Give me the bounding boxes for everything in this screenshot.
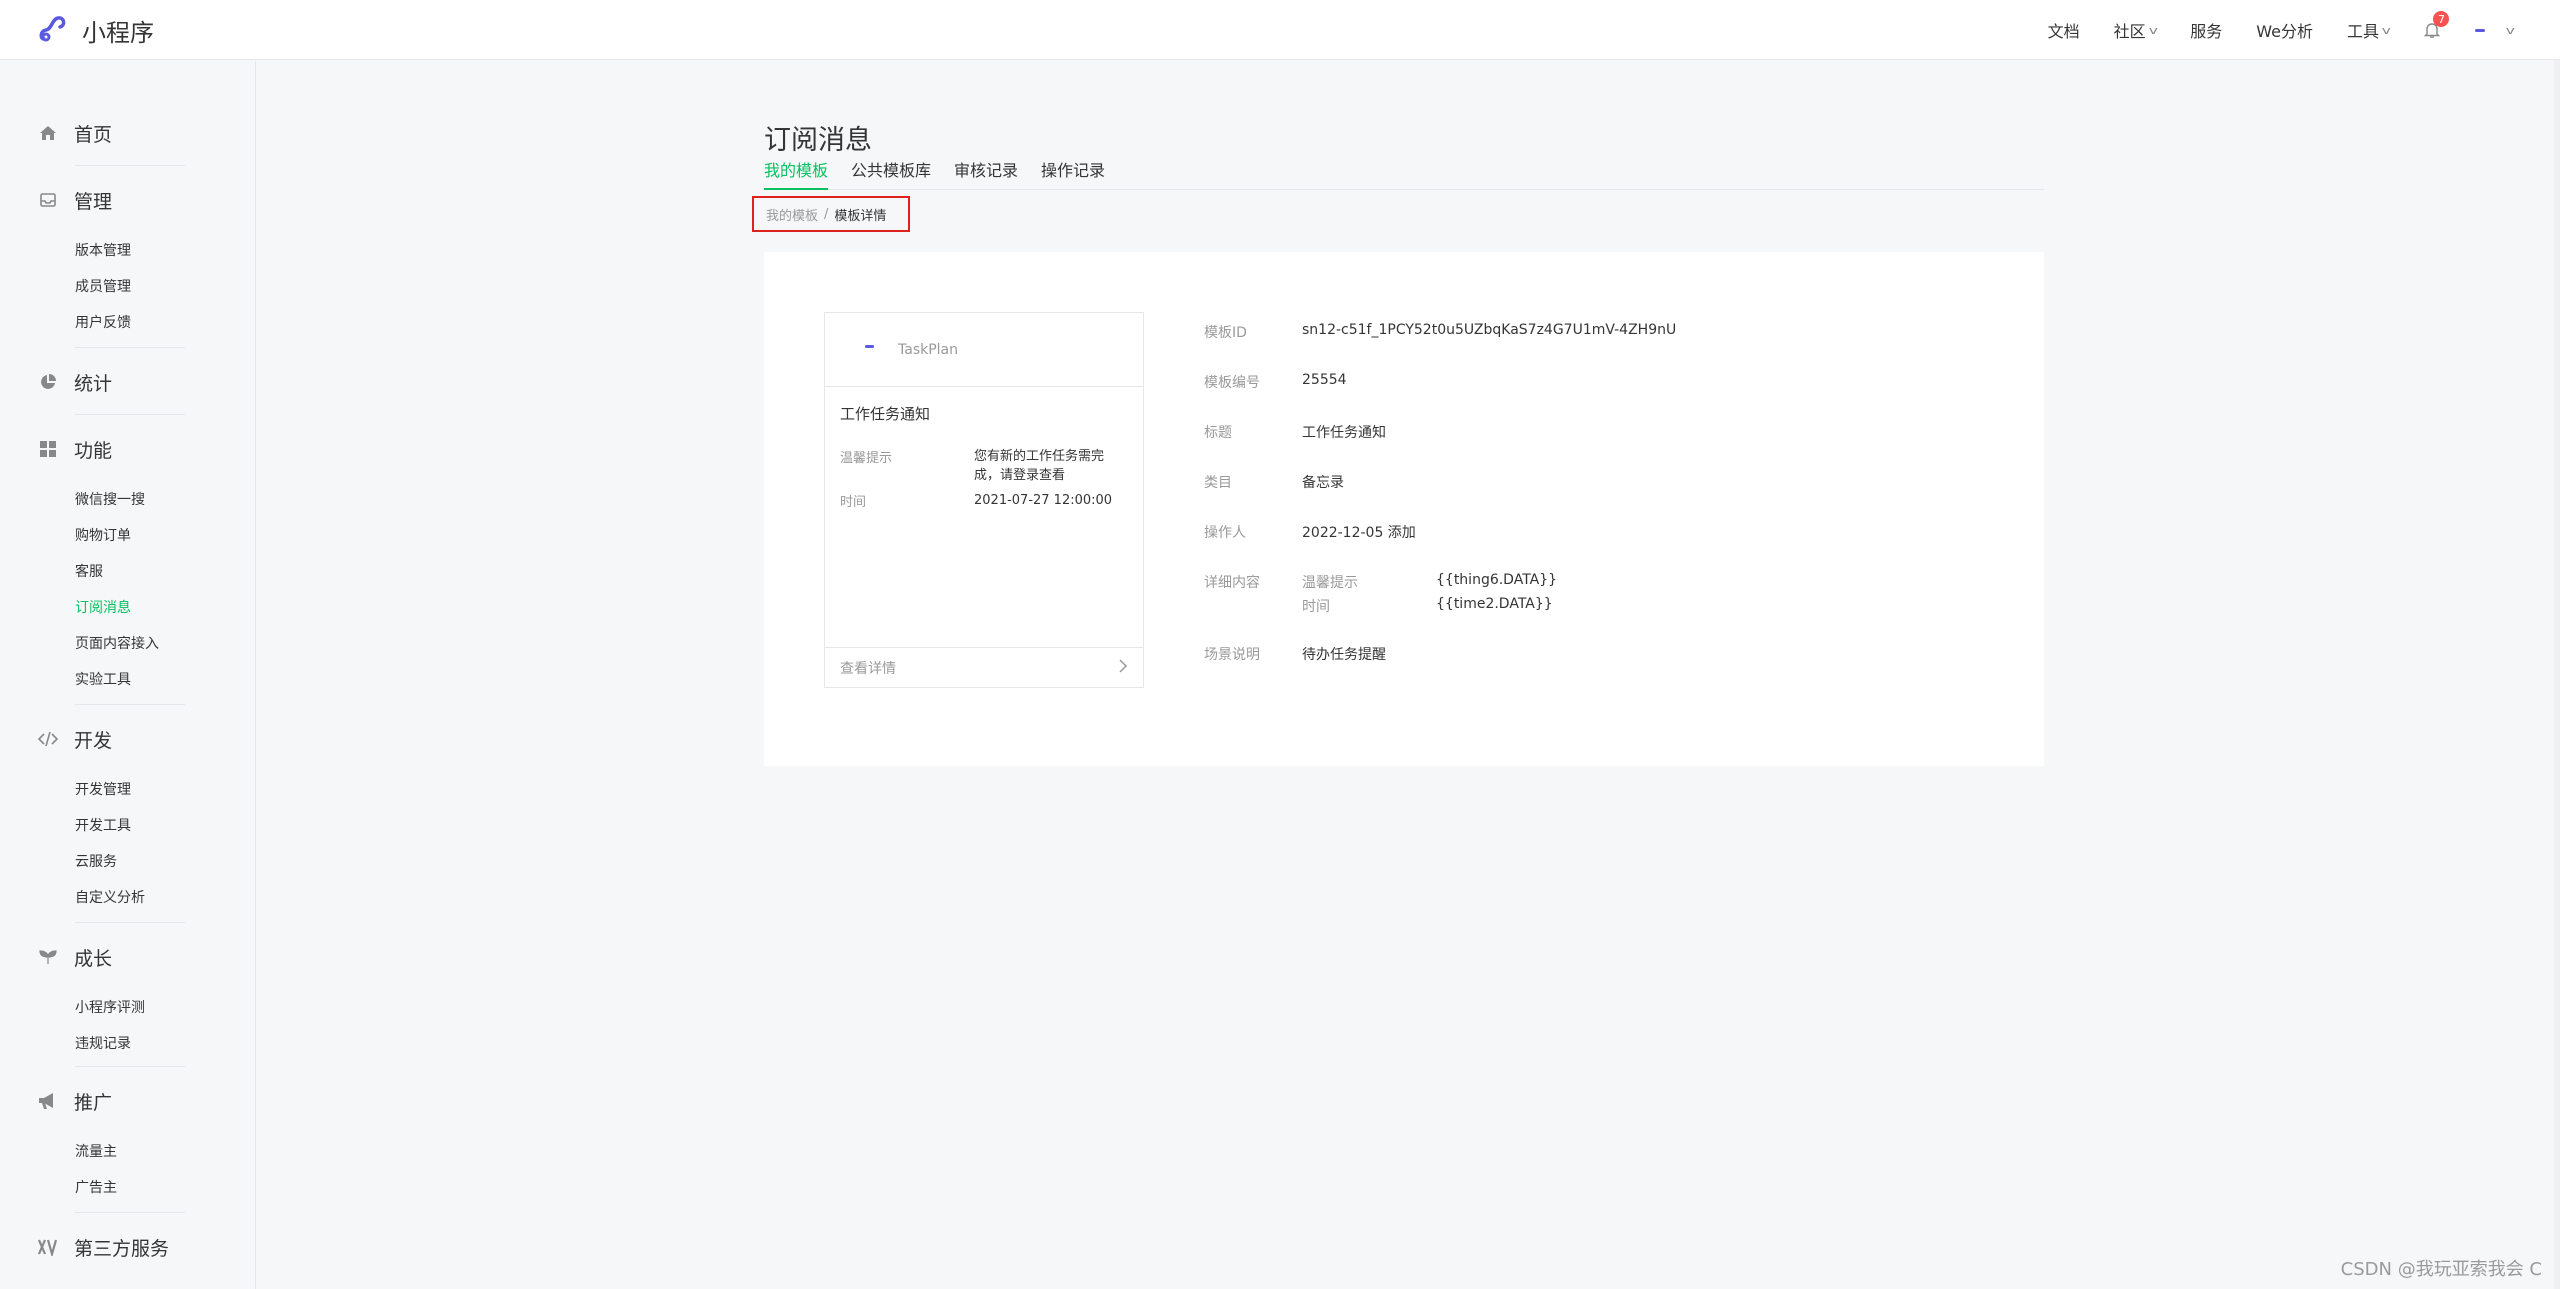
nav-tools[interactable]: 工具 v: [2347, 18, 2391, 42]
detail-row-operator: 操作人 2022-12-05 添加: [1204, 525, 1416, 541]
sidebar-section-dev: 开发 开发管理 开发工具 云服务 自定义分析: [0, 724, 256, 916]
tab-bar: 我的模板 公共模板库 审核记录 操作记录: [764, 156, 2044, 190]
sidebar-item-customer-service[interactable]: 客服: [0, 554, 256, 590]
page-scrollbar[interactable]: [2554, 60, 2560, 1289]
detail-row-category: 类目 备忘录: [1204, 475, 1344, 491]
sidebar-item-custom-analytics[interactable]: 自定义分析: [0, 880, 256, 916]
top-bar: 小程序 文档 社区 v 服务 We分析 工具 v 7 v: [0, 0, 2560, 60]
sidebar-item-wechat-search[interactable]: 微信搜一搜: [0, 482, 256, 518]
chevron-down-icon: v: [2148, 23, 2158, 37]
sidebar-item-version-manage[interactable]: 版本管理: [0, 233, 256, 269]
brand[interactable]: 小程序: [38, 0, 154, 60]
avatar: [2475, 28, 2486, 32]
tab-my-templates[interactable]: 我的模板: [764, 156, 829, 190]
brand-title: 小程序: [82, 18, 154, 47]
sidebar-item-dev-tools[interactable]: 开发工具: [0, 808, 256, 844]
sidebar-item-shopping-orders[interactable]: 购物订单: [0, 518, 256, 554]
sidebar-item-promote[interactable]: 推广: [0, 1086, 256, 1116]
sidebar-section-promote: 推广 流量主 广告主: [0, 1086, 256, 1206]
message-preview-card: TaskPlan 工作任务通知 温馨提示 您有新的工作任务需完成，请登录查看 时…: [824, 312, 1144, 688]
sidebar-section-features: 功能 微信搜一搜 购物订单 客服 订阅消息 页面内容接入 实验工具: [0, 434, 256, 698]
breadcrumb-separator: /: [824, 206, 829, 222]
inbox-icon: [38, 190, 58, 210]
nav-docs[interactable]: 文档: [2048, 18, 2080, 42]
preview-app-name: TaskPlan: [898, 341, 958, 358]
grid-icon: [38, 439, 58, 459]
sidebar-item-features[interactable]: 功能: [0, 434, 256, 464]
divider: [75, 165, 185, 166]
sidebar-item-dev-manage[interactable]: 开发管理: [0, 772, 256, 808]
sidebar-item-third-party[interactable]: 第三方服务: [0, 1232, 256, 1262]
detail-content-list: 温馨提示 {{thing6.DATA}} 时间 {{time2.DATA}}: [1302, 572, 1557, 616]
divider: [75, 1066, 185, 1067]
pie-chart-icon: [38, 372, 58, 392]
sidebar-item-advertiser[interactable]: 广告主: [0, 1170, 256, 1206]
divider: [75, 704, 185, 705]
sidebar-item-stats[interactable]: 统计: [0, 367, 256, 397]
sidebar-item-experiment-tools[interactable]: 实验工具: [0, 662, 256, 698]
tab-public-library[interactable]: 公共模板库: [851, 156, 931, 190]
divider: [75, 1212, 185, 1213]
sidebar-item-violations[interactable]: 违规记录: [0, 1026, 256, 1062]
sidebar-item-home[interactable]: 首页: [0, 118, 256, 148]
sidebar-item-dev[interactable]: 开发: [0, 724, 256, 754]
chevron-down-icon: v: [2506, 23, 2516, 37]
sidebar-item-traffic-owner[interactable]: 流量主: [0, 1134, 256, 1170]
detail-content-item: 时间 {{time2.DATA}}: [1302, 596, 1553, 615]
sidebar-section-manage: 管理 版本管理 成员管理 用户反馈: [0, 185, 256, 341]
sidebar-section-third-party: 第三方服务: [0, 1232, 256, 1262]
detail-row-template-no: 模板编号 25554: [1204, 372, 1347, 391]
megaphone-icon: [38, 1091, 58, 1111]
code-icon: [38, 729, 58, 749]
preview-field: 时间 2021-07-27 12:00:00: [840, 493, 1113, 510]
sidebar-item-user-feedback[interactable]: 用户反馈: [0, 305, 256, 341]
breadcrumb: 我的模板 / 模板详情: [752, 196, 910, 232]
sidebar-item-evaluation[interactable]: 小程序评测: [0, 990, 256, 1026]
top-nav: 文档 社区 v 服务 We分析 工具 v 7 v: [2048, 0, 2560, 60]
breadcrumb-current: 模板详情: [834, 208, 887, 224]
nav-service[interactable]: 服务: [2190, 18, 2222, 42]
sidebar: 首页 管理 版本管理 成员管理 用户反馈 统计 功能 微信搜一搜 购物订单 客服…: [0, 61, 256, 1289]
view-details-link[interactable]: 查看详情: [825, 647, 1143, 687]
detail-row-scene: 场景说明 待办任务提醒: [1204, 647, 1386, 663]
sidebar-section-stats: 统计: [0, 367, 256, 397]
nav-we-analytics[interactable]: We分析: [2256, 18, 2313, 42]
divider: [75, 922, 185, 923]
sidebar-item-growth[interactable]: 成长: [0, 942, 256, 972]
notification-badge: 7: [2433, 11, 2450, 27]
template-detail-card: TaskPlan 工作任务通知 温馨提示 您有新的工作任务需完成，请登录查看 时…: [764, 252, 2044, 766]
sprout-icon: [38, 947, 58, 967]
sidebar-item-member-manage[interactable]: 成员管理: [0, 269, 256, 305]
preview-header: TaskPlan: [825, 313, 1143, 387]
tab-review-records[interactable]: 审核记录: [954, 156, 1018, 190]
divider: [75, 414, 185, 415]
detail-row-title: 标题 工作任务通知: [1204, 425, 1386, 441]
breadcrumb-my-templates[interactable]: 我的模板: [766, 205, 818, 224]
third-party-icon: [38, 1237, 58, 1257]
detail-row-content: 详细内容 温馨提示 {{thing6.DATA}} 时间 {{time2.DAT…: [1204, 572, 1558, 616]
sidebar-item-page-content[interactable]: 页面内容接入: [0, 626, 256, 662]
sidebar-section-home: 首页: [0, 118, 256, 148]
notification-button[interactable]: 7: [2423, 11, 2450, 39]
detail-content-item: 温馨提示 {{thing6.DATA}}: [1302, 572, 1558, 591]
divider: [75, 347, 185, 348]
preview-title: 工作任务通知: [840, 405, 931, 423]
chevron-down-icon: v: [2381, 23, 2391, 37]
preview-field: 温馨提示 您有新的工作任务需完成，请登录查看: [840, 449, 1105, 483]
account-menu[interactable]: v: [2475, 23, 2516, 37]
watermark: CSDN @我玩亚索我会 C: [2340, 1259, 2542, 1280]
nav-community[interactable]: 社区 v: [2114, 18, 2158, 42]
detail-row-template-id: 模板ID sn12-c51f_1PCY52t0u5UZbqKaS7z4G7U1m…: [1204, 322, 1677, 341]
app-avatar: [865, 345, 874, 348]
chevron-right-icon: [1118, 658, 1128, 677]
sidebar-item-subscribe-messages[interactable]: 订阅消息: [0, 590, 256, 626]
sidebar-item-cloud-service[interactable]: 云服务: [0, 844, 256, 880]
home-icon: [38, 123, 58, 143]
tab-operation-records[interactable]: 操作记录: [1041, 156, 1105, 190]
mini-program-logo-icon: [38, 13, 72, 47]
page-title: 订阅消息: [764, 125, 872, 157]
sidebar-item-manage[interactable]: 管理: [0, 185, 256, 215]
template-details: 模板ID sn12-c51f_1PCY52t0u5UZbqKaS7z4G7U1m…: [1204, 322, 2004, 694]
sidebar-section-growth: 成长 小程序评测 违规记录: [0, 942, 256, 1062]
